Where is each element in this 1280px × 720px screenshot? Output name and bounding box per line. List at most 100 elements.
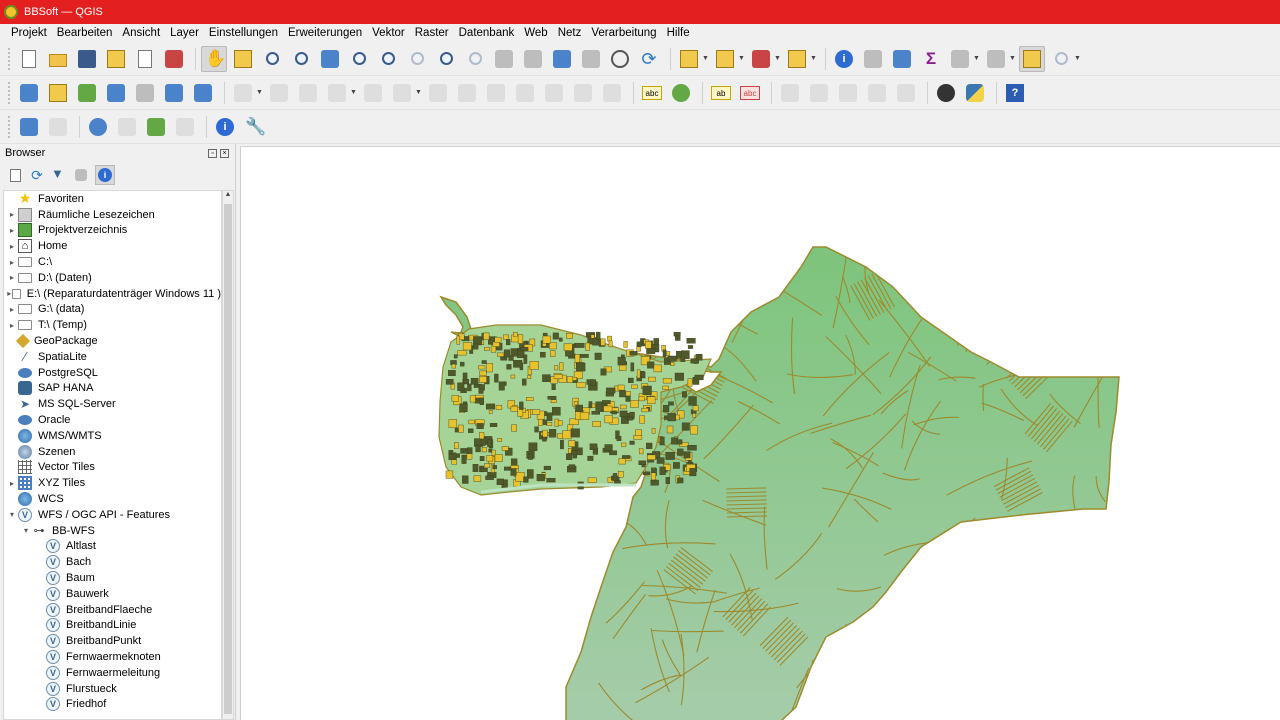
style-manager-button[interactable] xyxy=(161,46,187,72)
map-tips-button[interactable] xyxy=(1019,45,1045,72)
expand-arrow-icon[interactable]: ▸ xyxy=(6,479,18,488)
browser-item[interactable]: V Flurstueck xyxy=(4,681,221,697)
browser-item[interactable]: ▸ D:\ (Daten) xyxy=(4,270,221,286)
new-spatialite-button[interactable] xyxy=(103,80,129,106)
zoom-to-layer-button[interactable] xyxy=(375,46,401,72)
menu-verarbeitung[interactable]: Verarbeitung xyxy=(586,27,661,39)
browser-item[interactable]: ▸ G:\ (data) xyxy=(4,302,221,318)
add-polygon-button[interactable] xyxy=(360,80,386,106)
new-bookmark-button[interactable] xyxy=(549,46,575,72)
browser-item[interactable]: WMS/WMTS xyxy=(4,428,221,444)
scroll-up-icon[interactable]: ▲ xyxy=(223,191,233,198)
menu-netz[interactable]: Netz xyxy=(553,27,587,39)
menu-vektor[interactable]: Vektor xyxy=(367,27,410,39)
browser-item[interactable]: V Fernwaermeleitung xyxy=(4,665,221,681)
digitize-dropdown[interactable]: ▼ xyxy=(350,89,357,96)
new-vector-button[interactable] xyxy=(190,80,216,106)
add-selected-layers-button[interactable] xyxy=(7,167,23,183)
browser-item[interactable]: Oracle xyxy=(4,412,221,428)
browser-tree[interactable]: ★ Favoriten ▸ Räumliche Lesezeichen ▸ Projekt… xyxy=(3,190,222,720)
refresh-button[interactable]: ⟳ xyxy=(636,46,662,72)
menu-raster[interactable]: Raster xyxy=(410,27,454,39)
pin-labels-button[interactable] xyxy=(777,80,803,106)
close-panel-icon[interactable]: × xyxy=(220,148,229,158)
edit-pencil-button[interactable] xyxy=(230,80,256,106)
select-by-expression-dropdown[interactable]: ▼ xyxy=(810,55,817,62)
menu-datenbank[interactable]: Datenbank xyxy=(454,27,520,39)
cut-button[interactable] xyxy=(483,80,509,106)
filter-browser-button[interactable]: ▼ xyxy=(51,166,67,183)
menu-einstellungen[interactable]: Einstellungen xyxy=(204,27,283,39)
show-bookmarks-button[interactable] xyxy=(578,46,604,72)
browser-refresh-button[interactable]: ⟳ xyxy=(29,167,45,183)
collapse-all-button[interactable] xyxy=(73,167,89,183)
scrollbar-thumb[interactable] xyxy=(224,204,232,714)
new-geopackage-button[interactable] xyxy=(45,80,71,106)
zoom-last-button[interactable] xyxy=(433,46,459,72)
new-virtual-layer-button[interactable] xyxy=(161,80,187,106)
settings-wrench-button[interactable]: 🔧 xyxy=(241,114,267,140)
menu-layer[interactable]: Layer xyxy=(165,27,204,39)
help-button[interactable]: ? xyxy=(1002,80,1028,106)
redo-button[interactable] xyxy=(599,80,625,106)
browser-item[interactable]: ▸ ⌂ Home xyxy=(4,238,221,254)
browser-item[interactable]: ▸ T:\ (Temp) xyxy=(4,317,221,333)
collapse-arrow-icon[interactable]: ▾ xyxy=(20,526,32,535)
browser-item[interactable]: ▾ V WFS / OGC API - Features xyxy=(4,507,221,523)
zoom-full-button[interactable] xyxy=(317,46,343,72)
browser-item[interactable]: ▸ XYZ Tiles xyxy=(4,475,221,491)
add-feature-button[interactable] xyxy=(114,114,140,140)
delete-selected-button[interactable] xyxy=(454,80,480,106)
expand-arrow-icon[interactable]: ▸ xyxy=(6,258,18,267)
new-3d-view-button[interactable] xyxy=(520,46,546,72)
menu-hilfe[interactable]: Hilfe xyxy=(662,27,695,39)
save-project-button[interactable] xyxy=(74,46,100,72)
temporal-controller-button[interactable] xyxy=(607,46,633,72)
globe-tool-button[interactable] xyxy=(85,114,111,140)
modify-attributes-button[interactable] xyxy=(425,80,451,106)
zoom-in-button[interactable] xyxy=(259,46,285,72)
rotate-label-button[interactable] xyxy=(864,80,890,106)
toggle-editing-button[interactable] xyxy=(266,80,292,106)
browser-item[interactable]: ▸ Projektverzeichnis xyxy=(4,223,221,239)
label-tool-button[interactable]: abc xyxy=(639,80,665,106)
copy-button[interactable] xyxy=(512,80,538,106)
menu-erweiterungen[interactable]: Erweiterungen xyxy=(283,27,367,39)
browser-item[interactable]: ▸ C:\ xyxy=(4,254,221,270)
zoom-out-button[interactable] xyxy=(288,46,314,72)
map-canvas[interactable] xyxy=(240,146,1280,720)
browser-item[interactable]: ▸ Räumliche Lesezeichen xyxy=(4,207,221,223)
browser-item[interactable]: V Baum xyxy=(4,570,221,586)
menu-web[interactable]: Web xyxy=(519,27,552,39)
expand-arrow-icon[interactable]: ▸ xyxy=(6,321,18,330)
highlight-pinned-labels-button[interactable]: ab xyxy=(708,80,734,106)
diagram-button[interactable] xyxy=(668,80,694,106)
browser-scrollbar[interactable]: ▲ xyxy=(222,190,234,720)
locator-button[interactable] xyxy=(1048,46,1074,72)
field-calculator-dropdown[interactable]: ▼ xyxy=(973,55,980,62)
vertex-tool-dropdown[interactable]: ▼ xyxy=(415,89,422,96)
expand-arrow-icon[interactable]: ▸ xyxy=(6,273,18,282)
deselect-button[interactable] xyxy=(748,46,774,72)
browser-item[interactable]: ▸ E:\ (Reparaturdatenträger Windows 11 ) xyxy=(4,286,221,302)
field-calculator-button[interactable] xyxy=(947,46,973,72)
toolbox-button[interactable] xyxy=(889,46,915,72)
measure-button[interactable] xyxy=(983,46,1009,72)
save-as-button[interactable] xyxy=(103,46,129,72)
browser-item[interactable]: V Altlast xyxy=(4,539,221,555)
save-edits-button[interactable] xyxy=(295,80,321,106)
select-features-button[interactable] xyxy=(676,46,702,72)
browser-item[interactable]: ⁄ SpatiaLite xyxy=(4,349,221,365)
select-features-dropdown[interactable]: ▼ xyxy=(702,55,709,62)
browser-item[interactable]: SAP HANA xyxy=(4,381,221,397)
change-label-button[interactable] xyxy=(893,80,919,106)
open-project-button[interactable] xyxy=(45,46,71,72)
browser-item[interactable]: PostgreSQL xyxy=(4,365,221,381)
deselect-dropdown[interactable]: ▼ xyxy=(774,55,781,62)
statistics-button[interactable]: Σ xyxy=(918,46,944,72)
georef-button[interactable] xyxy=(143,114,169,140)
new-project-button[interactable] xyxy=(16,46,42,72)
new-map-view-button[interactable] xyxy=(491,46,517,72)
locator-dropdown[interactable]: ▼ xyxy=(1074,55,1081,62)
expand-arrow-icon[interactable]: ▸ xyxy=(6,242,18,251)
